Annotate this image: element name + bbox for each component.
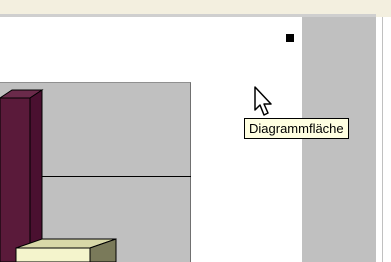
mouse-pointer-icon xyxy=(254,86,272,116)
app-root: { "tooltip": { "text": "Diagrammfläche" … xyxy=(0,0,391,262)
bar-2-front xyxy=(15,247,91,262)
bar-1-front xyxy=(0,97,31,262)
tooltip-chart-area: Diagrammfläche xyxy=(244,118,349,139)
bar-1-side xyxy=(29,89,43,262)
